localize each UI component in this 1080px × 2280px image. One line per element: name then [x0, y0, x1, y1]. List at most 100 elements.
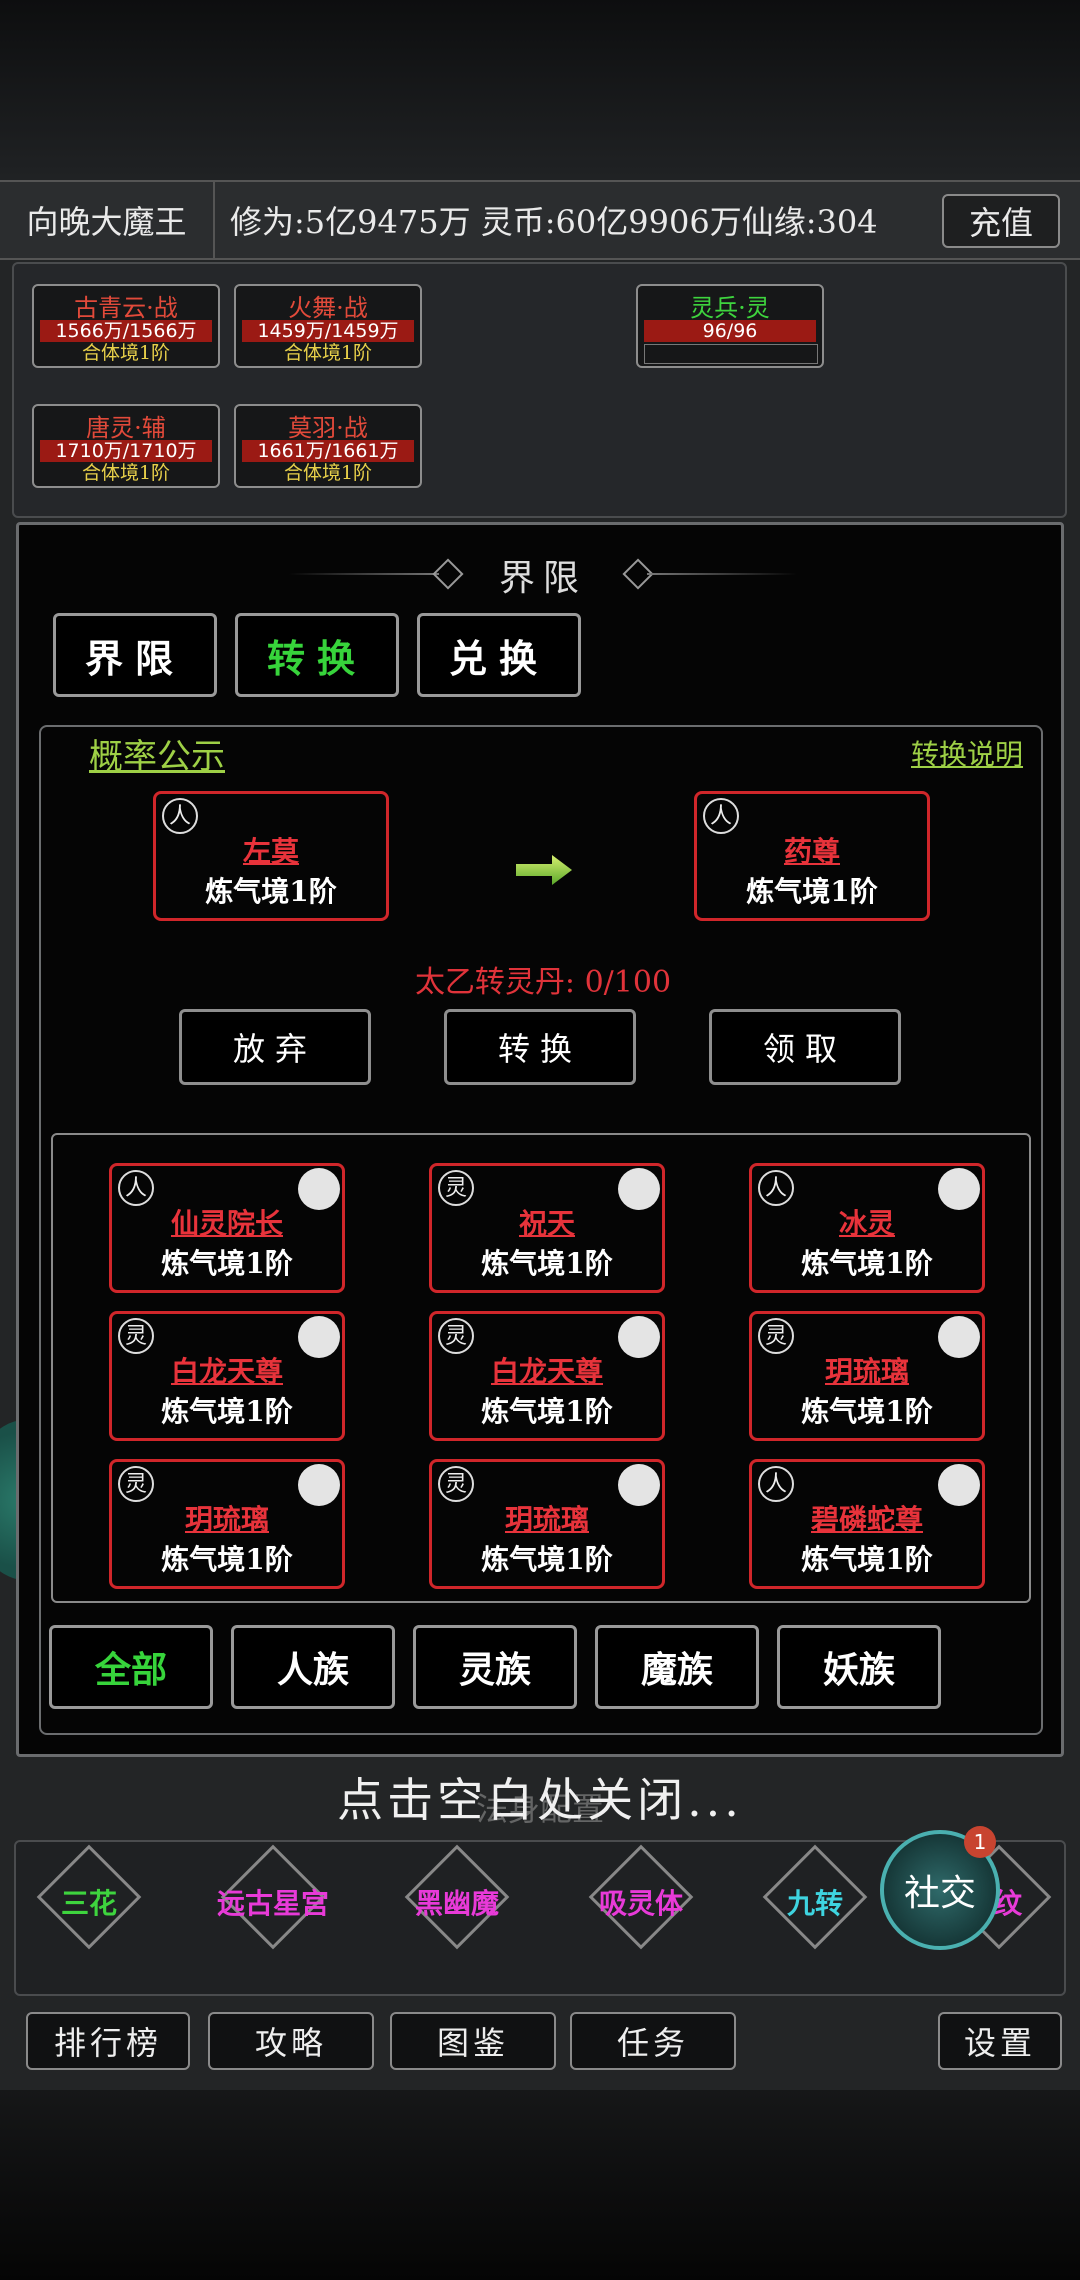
- arrow-right-icon: [516, 855, 572, 885]
- hero-realm: 炼气境1阶: [161, 1543, 293, 1576]
- pill-counter: 太乙转灵丹: 0/100: [414, 965, 672, 1000]
- member-hp: 1661万/1661万: [242, 440, 414, 462]
- claim-button[interactable]: 领取: [709, 1009, 901, 1085]
- team-panel: 古青云·战 1566万/1566万 合体境1阶 火舞·战 1459万/1459万…: [12, 262, 1067, 518]
- title-divider-right: [647, 573, 797, 575]
- modal-title: 界限: [498, 558, 587, 599]
- top-background: [0, 0, 1080, 180]
- social-notification-badge: 1: [964, 1826, 996, 1858]
- hero-name: 冰灵: [838, 1207, 895, 1240]
- hero-card[interactable]: 人 冰灵 炼气境1阶: [749, 1163, 985, 1293]
- hero-card[interactable]: 人 仙灵院长 炼气境1阶: [109, 1163, 345, 1293]
- member-realm: 合体境1阶: [283, 462, 373, 484]
- probability-link[interactable]: 概率公示: [89, 729, 225, 778]
- leaderboard-button[interactable]: 排行榜: [26, 2012, 190, 2070]
- team-member-card[interactable]: 火舞·战 1459万/1459万 合体境1阶: [234, 284, 422, 368]
- hero-name: 玥琉璃: [184, 1503, 269, 1536]
- hero-name: 仙灵院长: [170, 1207, 283, 1240]
- nav-item-ancient-palace[interactable]: 远古星宫: [188, 1882, 358, 1922]
- hero-card[interactable]: 灵 玥琉璃 炼气境1阶: [749, 1311, 985, 1441]
- nav-item-nine-turns[interactable]: 九转: [730, 1882, 900, 1922]
- hero-realm: 炼气境1阶: [801, 1395, 933, 1428]
- settings-button[interactable]: 设置: [938, 2012, 1062, 2070]
- member-empty-bar: [644, 344, 818, 364]
- convert-button[interactable]: 转换: [444, 1009, 636, 1085]
- member-hp: 1459万/1459万: [242, 320, 414, 342]
- hero-card[interactable]: 灵 祝天 炼气境1阶: [429, 1163, 665, 1293]
- nav-item-dark-demon[interactable]: 黑幽魔: [372, 1882, 542, 1922]
- hero-name: 左莫: [242, 835, 299, 868]
- hero-realm: 炼气境1阶: [801, 1543, 933, 1576]
- member-name: 灵兵·灵: [690, 294, 770, 322]
- member-hp: 1566万/1566万: [40, 320, 212, 342]
- conversion-help-link[interactable]: 转换说明: [911, 733, 1023, 773]
- tab-exchange[interactable]: 兑换: [417, 613, 581, 697]
- hero-name: 碧磷蛇尊: [810, 1503, 923, 1536]
- team-member-card[interactable]: 古青云·战 1566万/1566万 合体境1阶: [32, 284, 220, 368]
- player-stats: 修为:5亿9475万 灵币:60亿9906万仙缘:304: [230, 203, 878, 241]
- nav-item-absorb-body[interactable]: 吸灵体: [556, 1882, 726, 1922]
- hero-list[interactable]: 人 仙灵院长 炼气境1阶 灵 祝天 炼气境1阶 人 冰灵 炼气境1阶 灵 白龙天…: [51, 1133, 1031, 1603]
- hero-realm: 炼气境1阶: [205, 875, 337, 908]
- source-hero-card[interactable]: 人 左莫 炼气境1阶: [153, 791, 389, 921]
- race-badge: 灵: [758, 1318, 794, 1354]
- race-badge: 灵: [118, 1466, 154, 1502]
- hero-name: 白龙天尊: [170, 1355, 283, 1388]
- race-badge: 灵: [438, 1466, 474, 1502]
- hero-card[interactable]: 人 碧磷蛇尊 炼气境1阶: [749, 1459, 985, 1589]
- race-badge: 人: [118, 1170, 154, 1206]
- hero-name: 祝天: [518, 1207, 575, 1240]
- hero-realm: 炼气境1阶: [481, 1247, 613, 1280]
- close-hint[interactable]: 点击空白处关闭...: [0, 1764, 1080, 1830]
- race-badge: 人: [758, 1466, 794, 1502]
- team-member-card[interactable]: 灵兵·灵 96/96: [636, 284, 824, 368]
- hero-realm: 炼气境1阶: [161, 1247, 293, 1280]
- member-realm: 合体境1阶: [81, 462, 171, 484]
- member-name: 莫羽·战: [288, 414, 368, 442]
- hero-realm: 炼气境1阶: [801, 1247, 933, 1280]
- recharge-button[interactable]: 充值: [942, 194, 1060, 248]
- hero-name: 玥琉璃: [504, 1503, 589, 1536]
- filter-monster[interactable]: 妖族: [777, 1625, 941, 1709]
- team-member-card[interactable]: 唐灵·辅 1710万/1710万 合体境1阶: [32, 404, 220, 488]
- member-hp: 1710万/1710万: [40, 440, 212, 462]
- hero-card[interactable]: 灵 玥琉璃 炼气境1阶: [429, 1459, 665, 1589]
- hero-realm: 炼气境1阶: [161, 1395, 293, 1428]
- hero-card[interactable]: 灵 玥琉璃 炼气境1阶: [109, 1459, 345, 1589]
- quest-button[interactable]: 任务: [570, 2012, 736, 2070]
- race-badge: 人: [162, 798, 198, 834]
- hero-name: 药尊: [783, 835, 840, 868]
- hero-realm: 炼气境1阶: [481, 1543, 613, 1576]
- header-bar: 向晚大魔王 修为:5亿9475万 灵币:60亿9906万仙缘:304 充值: [0, 180, 1080, 260]
- member-hp: 96/96: [644, 320, 816, 342]
- guide-button[interactable]: 攻略: [208, 2012, 374, 2070]
- race-badge: 人: [703, 798, 739, 834]
- codex-button[interactable]: 图鉴: [390, 2012, 556, 2070]
- tab-limit[interactable]: 界限: [53, 613, 217, 697]
- filter-human[interactable]: 人族: [231, 1625, 395, 1709]
- target-hero-card[interactable]: 人 药尊 炼气境1阶: [694, 791, 930, 921]
- filter-spirit[interactable]: 灵族: [413, 1625, 577, 1709]
- member-name: 古青云·战: [74, 294, 178, 322]
- hero-realm: 炼气境1阶: [746, 875, 878, 908]
- hero-realm: 炼气境1阶: [481, 1395, 613, 1428]
- hero-card[interactable]: 灵 白龙天尊 炼气境1阶: [429, 1311, 665, 1441]
- conversion-modal: 界限 界限 转换 兑换 概率公示 转换说明 人 左莫 炼气境1阶 人 药尊 炼气…: [16, 522, 1064, 1757]
- nav-item-sanhua[interactable]: 三花: [4, 1882, 174, 1922]
- abandon-button[interactable]: 放弃: [179, 1009, 371, 1085]
- member-name: 唐灵·辅: [86, 414, 166, 442]
- member-name: 火舞·战: [288, 294, 368, 322]
- filter-demon[interactable]: 魔族: [595, 1625, 759, 1709]
- player-name: 向晚大魔王: [0, 182, 215, 258]
- team-member-card[interactable]: 莫羽·战 1661万/1661万 合体境1阶: [234, 404, 422, 488]
- race-badge: 灵: [438, 1170, 474, 1206]
- tab-convert[interactable]: 转换: [235, 613, 399, 697]
- hero-name: 白龙天尊: [490, 1355, 603, 1388]
- hero-card[interactable]: 灵 白龙天尊 炼气境1阶: [109, 1311, 345, 1441]
- filter-all[interactable]: 全部: [49, 1625, 213, 1709]
- race-badge: 灵: [438, 1318, 474, 1354]
- member-realm: 合体境1阶: [81, 342, 171, 364]
- race-badge: 灵: [118, 1318, 154, 1354]
- member-realm: 合体境1阶: [283, 342, 373, 364]
- race-badge: 人: [758, 1170, 794, 1206]
